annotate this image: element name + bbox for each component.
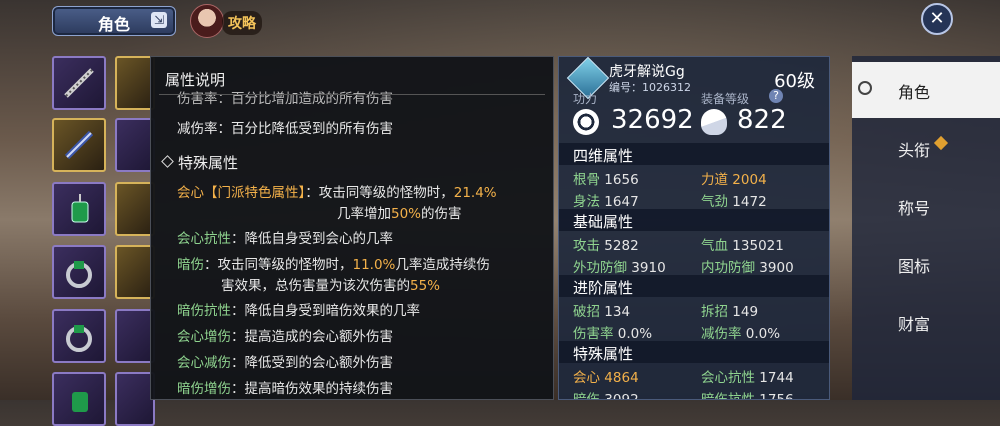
selected-indicator-icon xyxy=(858,81,872,95)
stat-outer-def: 外功防御 3910 xyxy=(573,260,666,276)
tooltip-row-dark-resist: 暗伤抗性：降低自身受到暗伤效果的几率 xyxy=(177,303,420,319)
stat-dark-resist: 暗伤抗性 1756 xyxy=(701,392,794,400)
guide-button[interactable]: 攻略 xyxy=(190,4,268,38)
stat-crit: 会心 4864 xyxy=(573,370,639,386)
player-id: 编号：1026312 xyxy=(609,81,691,94)
expand-icon[interactable]: ⇲ xyxy=(151,12,167,28)
power-label: 功力 xyxy=(573,92,598,106)
stat-shenfa: 身法 1647 xyxy=(573,194,639,210)
tooltip-row-crit-resist: 会心抗性：降低自身受到会心的几率 xyxy=(177,231,393,247)
stats-panel: 虎牙解说Gg 编号：1026312 60级 功力 装备等级 ? 32692 82… xyxy=(558,56,830,400)
stat-reduce-rate: 减伤率 0.0% xyxy=(701,326,781,342)
help-icon[interactable]: ? xyxy=(769,89,783,103)
equip-slot-chest[interactable] xyxy=(115,182,155,236)
equip-slot-weapon-2[interactable] xyxy=(52,118,106,172)
equip-slot-head[interactable] xyxy=(115,56,155,110)
section-four: 四维属性 xyxy=(559,143,829,165)
ring-icon xyxy=(66,325,92,352)
tooltip-special-section: 特殊属性 xyxy=(161,152,238,173)
tooltip-row-crit-cont: 几率增加50%的伤害 xyxy=(337,206,462,222)
stat-lidao: 力道 2004 xyxy=(701,172,767,188)
stat-damage-rate: 伤害率 0.0% xyxy=(573,326,653,342)
tooltip-row-crit-inc: 会心增伤：提高造成的会心额外伤害 xyxy=(177,329,393,345)
stat-crit-resist: 会心抗性 1744 xyxy=(701,370,794,386)
jade-pendant-icon xyxy=(72,392,88,412)
guide-label: 攻略 xyxy=(222,11,262,35)
guide-avatar xyxy=(190,4,224,38)
jade-pendant-icon xyxy=(71,194,89,223)
close-button[interactable]: ✕ xyxy=(921,3,953,35)
flute-icon xyxy=(64,68,94,98)
stat-qijin: 气劲 1472 xyxy=(701,194,767,210)
tooltip-row-damage-reduction: 减伤率：百分比降低受到的所有伤害 xyxy=(177,121,393,137)
menu-item-title[interactable]: 头衔 xyxy=(852,120,1000,176)
section-base: 基础属性 xyxy=(559,209,829,231)
tooltip-row-dark: 暗伤：攻击同等级的怪物时，11.0%几率造成持续伤 xyxy=(177,257,490,273)
player-name: 虎牙解说Gg xyxy=(609,64,685,80)
tooltip-row-dark-cont: 害效果，总伤害量为该次伤害的55% xyxy=(221,278,441,294)
equip-level-icon xyxy=(701,109,727,135)
stat-pozhao: 破招 134 xyxy=(573,304,631,320)
equip-slot-pendant-2[interactable] xyxy=(52,372,106,426)
player-level: 60级 xyxy=(774,71,815,92)
section-advanced: 进阶属性 xyxy=(559,275,829,297)
equip-slot-body[interactable] xyxy=(115,118,155,172)
sword-icon xyxy=(64,130,94,160)
ring-icon xyxy=(66,261,92,288)
menu-item-icon[interactable]: 图标 xyxy=(852,236,1000,292)
stat-gengu: 根骨 1656 xyxy=(573,172,639,188)
tooltip-divider xyxy=(159,94,545,95)
side-menu: 角色 头衔 称号 图标 财富 xyxy=(852,56,1000,400)
role-tab-button[interactable]: 角色 ⇲ xyxy=(52,6,176,36)
tooltip-row-crit-red: 会心减伤：降低受到的会心额外伤害 xyxy=(177,355,393,371)
equip-slot-waist[interactable] xyxy=(115,309,155,363)
notification-icon xyxy=(933,135,949,151)
equip-slot-ring[interactable] xyxy=(52,245,106,299)
section-special: 特殊属性 xyxy=(559,341,829,363)
tooltip-cut-line: 伤害率：百分比增加造成的所有伤害 xyxy=(177,91,393,107)
equip-slot-ring-2[interactable] xyxy=(52,309,106,363)
equip-slot-feet[interactable] xyxy=(115,372,155,426)
equip-level-value: 822 xyxy=(737,105,787,135)
stat-dark: 暗伤 3092 xyxy=(573,392,639,400)
diamond-icon xyxy=(161,155,174,168)
stat-chaizhao: 拆招 149 xyxy=(701,304,759,320)
menu-item-wealth[interactable]: 财富 xyxy=(852,294,1000,350)
tooltip-row-crit: 会心【门派特色属性】：攻击同等级的怪物时，21.4% xyxy=(177,185,497,201)
power-icon xyxy=(573,109,599,135)
tooltip-row-dark-inc: 暗伤增伤：提高暗伤效果的持续伤害 xyxy=(177,381,393,397)
menu-item-nickname[interactable]: 称号 xyxy=(852,178,1000,234)
attribute-tooltip: 属性说明 伤害率：百分比增加造成的所有伤害 减伤率：百分比降低受到的所有伤害 特… xyxy=(150,56,554,400)
stat-hp: 气血 135021 xyxy=(701,238,784,254)
menu-item-role[interactable]: 角色 xyxy=(852,62,1000,118)
equip-slot-weapon[interactable] xyxy=(52,56,106,110)
power-value: 32692 xyxy=(611,105,694,135)
stat-inner-def: 内功防御 3900 xyxy=(701,260,794,276)
equip-slot-pendant[interactable] xyxy=(52,182,106,236)
stat-attack: 攻击 5282 xyxy=(573,238,639,254)
equip-slot-hands[interactable] xyxy=(115,245,155,299)
